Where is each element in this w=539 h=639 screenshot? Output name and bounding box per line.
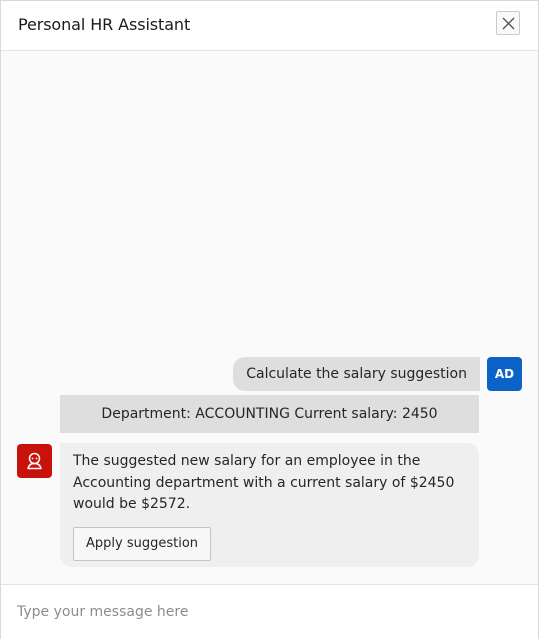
- bot-message: The suggested new salary for an employee…: [60, 443, 479, 567]
- dialog-header: Personal HR Assistant: [1, 1, 538, 51]
- user-message: Calculate the salary suggestion: [233, 357, 480, 391]
- dialog-title: Personal HR Assistant: [18, 15, 191, 34]
- hr-assistant-dialog: Personal HR Assistant Calculate the sala…: [0, 0, 539, 639]
- context-message: Department: ACCOUNTING Current salary: 2…: [60, 395, 479, 433]
- apply-suggestion-button[interactable]: Apply suggestion: [73, 527, 212, 561]
- close-button[interactable]: [496, 11, 520, 35]
- message-composer: [1, 584, 538, 639]
- bot-avatar: [17, 444, 52, 478]
- close-icon: [502, 17, 515, 30]
- assistant-bot-icon: [27, 452, 42, 470]
- message-list[interactable]: Calculate the salary suggestion AD Depar…: [1, 51, 538, 583]
- bot-message-text: The suggested new salary for an employee…: [73, 453, 455, 512]
- user-avatar: AD: [487, 357, 522, 391]
- message-input[interactable]: [17, 599, 522, 625]
